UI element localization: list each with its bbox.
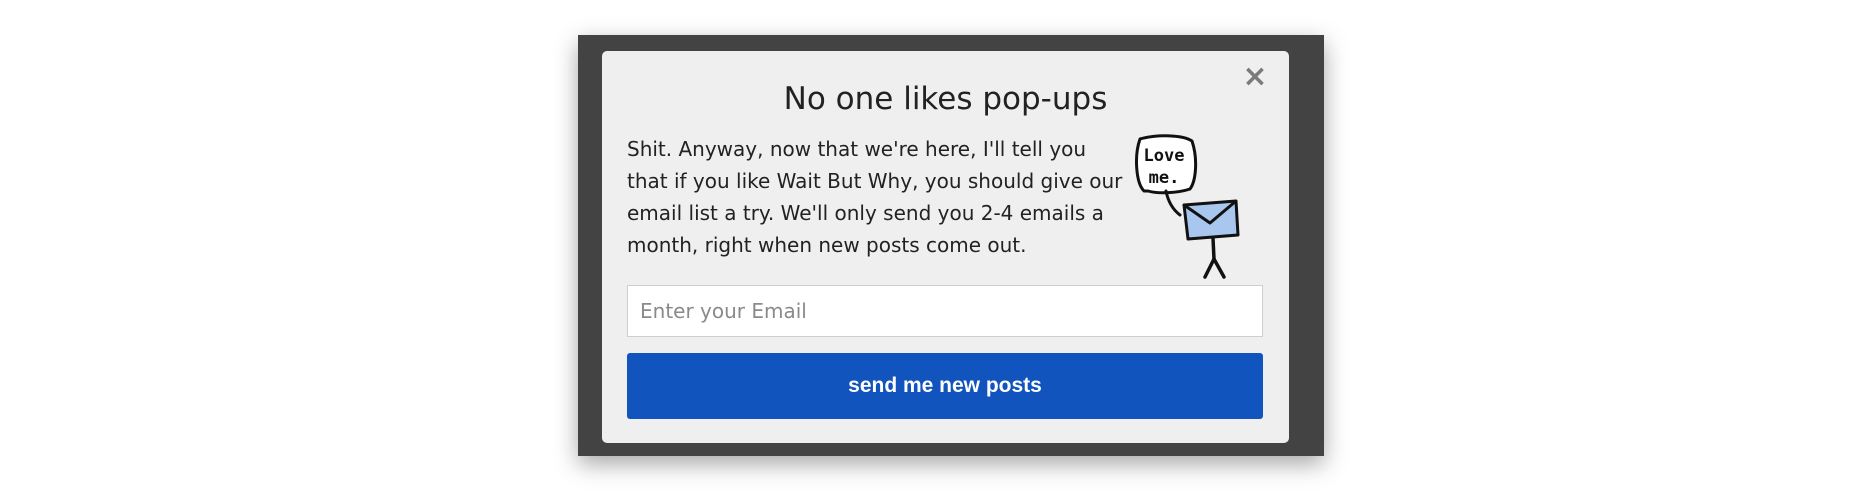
speech-bubble-line-1: Love bbox=[1144, 146, 1185, 166]
modal-overlay-frame: × No one likes pop-ups Shit. Anyway, now… bbox=[578, 35, 1324, 456]
speech-bubble-line-2: me. bbox=[1149, 168, 1180, 188]
email-signup-popup: × No one likes pop-ups Shit. Anyway, now… bbox=[602, 51, 1289, 443]
popup-body-text: Shit. Anyway, now that we're here, I'll … bbox=[627, 137, 1123, 257]
speech-bubble-tail bbox=[1164, 189, 1182, 217]
stickman-envelope-icon: Love me. bbox=[1135, 134, 1240, 279]
stickman-legs bbox=[1203, 257, 1226, 279]
send-me-new-posts-button[interactable]: send me new posts bbox=[627, 353, 1263, 419]
email-input[interactable] bbox=[627, 285, 1263, 337]
stickman-torso bbox=[1211, 236, 1216, 261]
popup-title: No one likes pop-ups bbox=[783, 81, 1108, 117]
